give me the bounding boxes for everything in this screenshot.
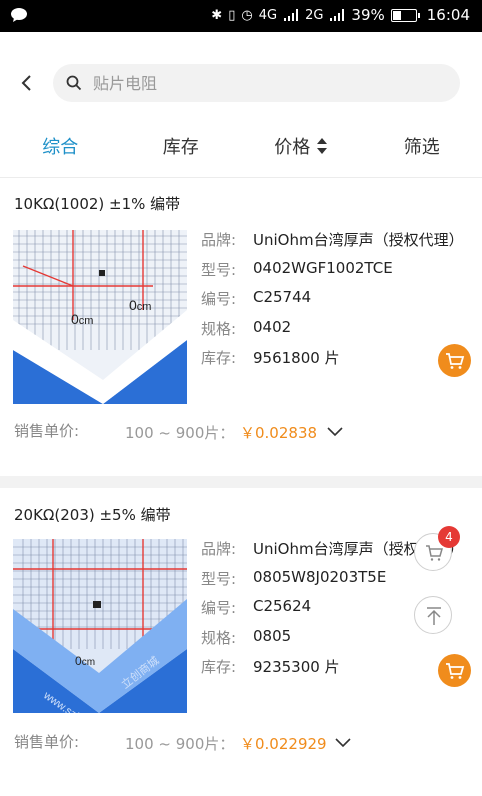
spec-label: 型号: (201, 260, 237, 279)
search-icon (66, 75, 82, 91)
search-bar[interactable] (53, 64, 460, 102)
tab-comprehensive[interactable]: 综合 (0, 130, 121, 177)
tab-price[interactable]: 价格 (241, 130, 362, 177)
alarm-icon: ◷ (241, 7, 253, 23)
vibrate-icon: ▯ (228, 7, 236, 23)
cart-icon (446, 663, 465, 679)
spec-label: 编号: (201, 290, 237, 308)
header (0, 32, 482, 130)
spec-label: 品牌: (201, 540, 237, 558)
battery-icon (390, 8, 420, 22)
price-label: 销售单价: (14, 733, 80, 751)
card-divider (0, 476, 482, 488)
product-title: 20KΩ(203) ±5% 编带 (14, 506, 171, 524)
spec-label: 编号: (201, 599, 237, 617)
spec-stock: 库存: 9235300 片 (201, 656, 464, 686)
spec-label: 规格: (201, 628, 237, 647)
spec-label: 库存: (201, 658, 237, 676)
add-to-cart-button[interactable] (438, 344, 471, 377)
cart-count-badge: 4 (438, 526, 460, 548)
price-range: 100 ~ 900片： (125, 424, 235, 442)
resistor-photo: www.szlcsc.com 立创商城 0cm (13, 539, 187, 713)
spec-code: 编号: C25744 (201, 288, 464, 318)
spec-value: 0402 (253, 317, 292, 336)
product-card[interactable]: 10KΩ(1002) ±1% 编带 0cm 0cm 品牌: UniOhm台湾厚声（… (0, 179, 482, 476)
spec-value: 0805W8J0203T5E (253, 567, 387, 586)
spec-value: 0402WGF1002TCE (253, 258, 393, 277)
spec-value: 9235300 片 (253, 658, 340, 676)
chat-bubble-icon (11, 8, 27, 22)
product-title: 10KΩ(1002) ±1% 编带 (14, 195, 181, 213)
spec-value: 9561800 片 (253, 349, 340, 367)
price-row[interactable]: 销售单价: 100 ~ 900片： ￥0.02838 (14, 420, 474, 444)
ruler-label: 0cm (75, 654, 95, 668)
sort-arrows-icon (317, 138, 328, 154)
spec-label: 型号: (201, 569, 237, 588)
spec-label: 库存: (201, 349, 237, 367)
arrow-up-icon (427, 607, 441, 625)
signal-2g-label: 2G (305, 7, 324, 23)
status-bar: ✱ ▯ ◷ 4G 2G 39% 16:04 (0, 0, 482, 32)
signal-4g-label: 4G (258, 7, 278, 23)
search-input[interactable] (93, 64, 443, 102)
product-image[interactable]: 0cm 0cm (13, 230, 187, 404)
bluetooth-icon: ✱ (211, 7, 223, 23)
sort-tabs: 综合 库存 价格 筛选 (0, 130, 482, 178)
chevron-down-icon[interactable] (334, 735, 352, 749)
battery-percent: 39% (351, 6, 385, 24)
spec-brand: 品牌: UniOhm台湾厚声（授权代理） (201, 229, 464, 259)
product-specs: 品牌: UniOhm台湾厚声（授权代理） 型号: 0402WGF1002TCE 编号… (201, 229, 464, 377)
clock: 16:04 (426, 6, 470, 24)
spec-value: C25744 (253, 288, 312, 306)
product-card[interactable]: 20KΩ(203) ±5% 编带 www.szlcsc.com 立创商城 0cm… (0, 488, 482, 788)
tab-label: 综合 (42, 137, 79, 158)
spec-value: UniOhm台湾厚声（授权代理） (253, 231, 464, 249)
chevron-down-icon[interactable] (326, 424, 344, 438)
tab-label: 价格 (274, 137, 311, 158)
tab-filter[interactable]: 筛选 (362, 130, 482, 177)
spec-label: 规格: (201, 319, 237, 338)
tab-label: 库存 (162, 137, 199, 158)
tab-label: 筛选 (403, 137, 440, 158)
signal-2g-icon (330, 9, 345, 21)
spec-model: 型号: 0402WGF1002TCE (201, 259, 464, 289)
status-right: ✱ ▯ ◷ 4G 2G 39% 16:04 (211, 6, 470, 24)
price-label: 销售单价: (14, 422, 80, 440)
resistor-photo: 0cm 0cm (13, 230, 187, 404)
back-arrow-icon[interactable] (14, 70, 40, 96)
product-image[interactable]: www.szlcsc.com 立创商城 0cm (13, 539, 187, 713)
spec-stock: 库存: 9561800 片 (201, 347, 464, 377)
add-to-cart-button[interactable] (438, 654, 471, 687)
spec-value: C25624 (253, 597, 312, 615)
cart-icon (446, 353, 465, 369)
spec-value: 0805 (253, 626, 292, 645)
back-to-top-button[interactable] (414, 596, 452, 634)
signal-4g-icon (284, 9, 299, 21)
price-row[interactable]: 销售单价: 100 ~ 900片： ￥0.022929 (14, 731, 474, 755)
unit-price: ￥0.02838 (240, 424, 318, 442)
tab-stock[interactable]: 库存 (121, 130, 242, 177)
spec-label: 品牌: (201, 231, 237, 249)
unit-price: ￥0.022929 (240, 735, 327, 753)
spec-size: 规格: 0402 (201, 318, 464, 348)
price-range: 100 ~ 900片： (125, 735, 235, 753)
